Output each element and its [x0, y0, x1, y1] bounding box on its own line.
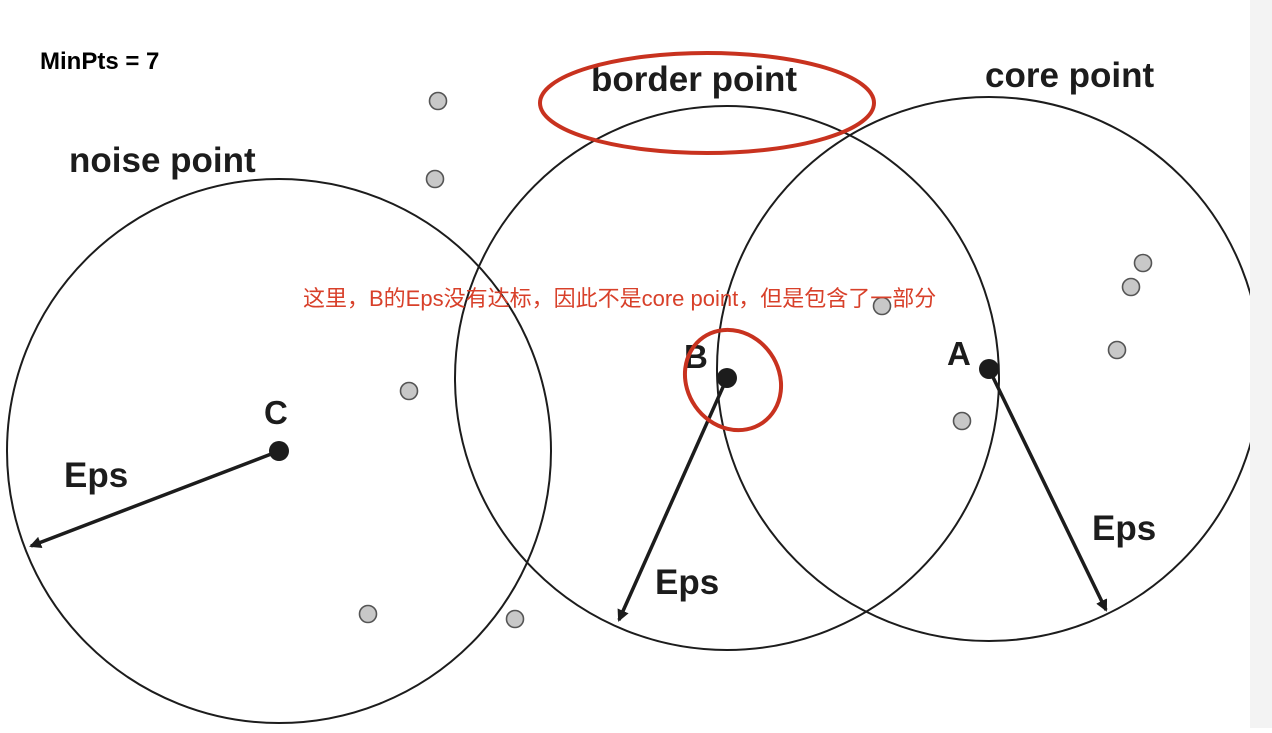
neighbor-point	[399, 381, 419, 401]
eps-arrow-a	[987, 368, 1108, 612]
neighbor-point	[1121, 277, 1141, 297]
eps-label-c: Eps	[64, 456, 128, 495]
neighbor-point	[425, 169, 445, 189]
border-point-label: border point	[591, 60, 797, 99]
diagram-canvas: MinPts = 7 noise point border point core…	[6, 48, 1262, 724]
noise-point-label: noise point	[69, 141, 256, 180]
neighbor-point	[1107, 340, 1127, 360]
point-b	[717, 368, 737, 388]
core-point-label: core point	[985, 56, 1155, 95]
annotation-text: 这里，B的Eps没有达标，因此不是core point，但是包含了一部分	[303, 286, 936, 311]
edge-strip	[1250, 0, 1272, 728]
neighbor-point	[505, 609, 525, 629]
point-a	[979, 359, 999, 379]
neighbor-points	[358, 91, 1153, 629]
neighbor-point	[952, 411, 972, 431]
neighbor-point	[1133, 253, 1153, 273]
point-a-label: A	[947, 335, 971, 372]
eps-label-b: Eps	[655, 563, 719, 602]
neighbor-point	[358, 604, 378, 624]
minpts-label: MinPts = 7	[40, 48, 159, 75]
point-c-label: C	[264, 394, 288, 431]
eps-label-a: Eps	[1092, 509, 1156, 548]
neighbor-point	[428, 91, 448, 111]
point-c	[269, 441, 289, 461]
dbscan-diagram: MinPts = 7 noise point border point core…	[0, 0, 1272, 728]
